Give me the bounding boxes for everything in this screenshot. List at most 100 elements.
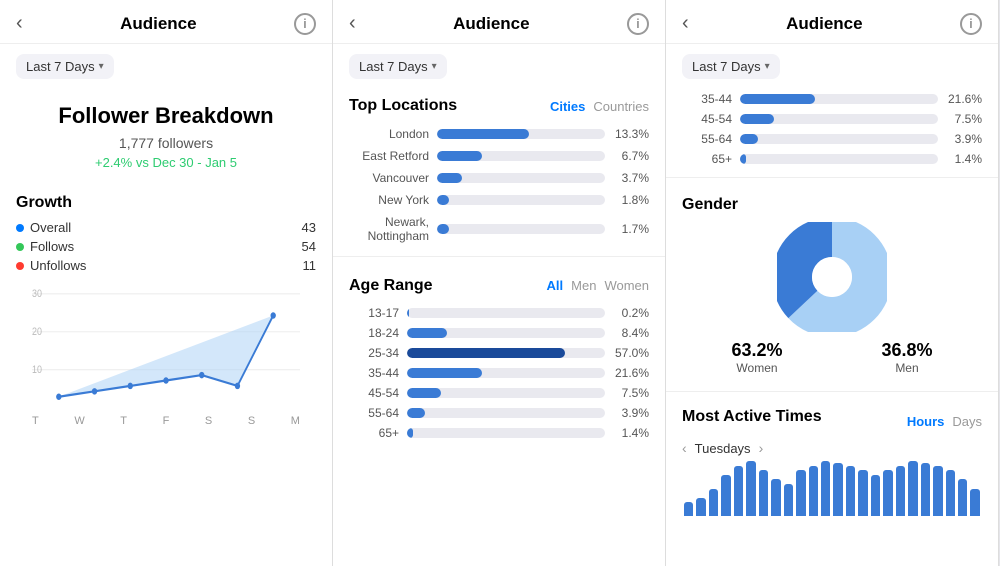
- chevron-down-icon-3: ▾: [765, 61, 770, 72]
- active-bar-6: [759, 470, 768, 516]
- city-bar-vancouver: [437, 173, 462, 183]
- active-bar-5: [746, 461, 755, 516]
- age-row-5564-p3: 55-64 3.9%: [666, 129, 998, 149]
- age-bar-4554-p3: [740, 114, 774, 124]
- age-pct-2534: 57.0%: [613, 346, 649, 360]
- age-bar-track-3544-p3: [740, 94, 938, 104]
- date-filter-button[interactable]: Last 7 Days ▾: [16, 54, 114, 79]
- cities-list: London 13.3% East Retford 6.7% Vancouver…: [333, 123, 665, 248]
- panel-1: ‹ Audience i Last 7 Days ▾ Follower Brea…: [0, 0, 333, 566]
- city-name-london: London: [349, 127, 429, 141]
- age-bar-track-3544: [407, 368, 605, 378]
- age-bar-track-1317: [407, 308, 605, 318]
- city-pct-vancouver: 3.7%: [613, 171, 649, 185]
- age-bar-3544: [407, 368, 482, 378]
- age-label-2534: 25-34: [349, 346, 399, 360]
- chevron-down-icon-2: ▾: [432, 61, 437, 72]
- unfollows-label: Unfollows: [30, 258, 86, 273]
- tab-cities[interactable]: Cities: [550, 99, 585, 114]
- overall-label: Overall: [30, 220, 71, 235]
- svg-text:20: 20: [32, 326, 42, 338]
- follower-section: Follower Breakdown 1,777 followers +2.4%…: [0, 85, 332, 182]
- active-bar-16: [883, 470, 892, 516]
- info-icon-3[interactable]: i: [960, 13, 982, 35]
- age-bar-track-65plus: [407, 428, 605, 438]
- back-button-2[interactable]: ‹: [349, 12, 356, 35]
- city-bar-newyork: [437, 195, 449, 205]
- chart-x-labels: T W T F S S M: [16, 413, 316, 427]
- age-bar-1317: [407, 308, 409, 318]
- tab-hours[interactable]: Hours: [907, 414, 945, 429]
- tab-days[interactable]: Days: [952, 414, 982, 429]
- age-bar-track-1824: [407, 328, 605, 338]
- follower-count: 1,777 followers: [16, 135, 316, 151]
- age-bar-track-4554: [407, 388, 605, 398]
- city-bar-track-newark: [437, 224, 605, 234]
- active-bar-2: [709, 489, 718, 517]
- active-bar-20: [933, 466, 942, 516]
- next-day-button[interactable]: ›: [759, 440, 764, 456]
- city-row-newyork: New York 1.8%: [333, 189, 665, 211]
- follows-dot: [16, 243, 24, 251]
- gender-title: Gender: [682, 196, 982, 214]
- legend-follows: Follows 54: [16, 239, 316, 254]
- active-bars: [682, 456, 982, 516]
- active-bar-14: [858, 470, 867, 516]
- info-icon[interactable]: i: [294, 13, 316, 35]
- back-button-3[interactable]: ‹: [682, 12, 689, 35]
- tab-men[interactable]: Men: [571, 278, 596, 293]
- growth-chart: 30 20 10: [16, 283, 316, 413]
- age-row-3544: 35-44 21.6%: [333, 363, 665, 383]
- date-filter-label-2: Last 7 Days: [359, 59, 428, 74]
- age-pct-5564-p3: 3.9%: [946, 132, 982, 146]
- age-pct-3544: 21.6%: [613, 366, 649, 380]
- chart-label-t2: T: [120, 415, 127, 427]
- info-icon-2[interactable]: i: [627, 13, 649, 35]
- city-pct-london: 13.3%: [613, 127, 649, 141]
- chart-label-m: M: [291, 415, 300, 427]
- active-bar-8: [784, 484, 793, 516]
- age-bar-2534: [407, 348, 565, 358]
- gender-section: Gender 63.2% Women 36.8% Men: [666, 186, 998, 383]
- gender-labels: 63.2% Women 36.8% Men: [682, 340, 982, 375]
- current-day: Tuesdays: [695, 441, 751, 456]
- age-bar-4554: [407, 388, 441, 398]
- active-bar-10: [809, 466, 818, 516]
- active-bar-7: [771, 479, 780, 516]
- chart-label-s1: S: [205, 415, 212, 427]
- age-row-2534: 25-34 57.0%: [333, 343, 665, 363]
- panel2-title: Audience: [453, 14, 530, 34]
- legend-overall: Overall 43: [16, 220, 316, 235]
- age-label-65plus: 65+: [349, 426, 399, 440]
- panel3-content: Last 7 Days ▾ 35-44 21.6% 45-54 7.5% 55-…: [666, 44, 998, 566]
- city-bar-track-eastretford: [437, 151, 605, 161]
- age-tabs: All Men Women: [547, 278, 649, 293]
- tab-women[interactable]: Women: [604, 278, 649, 293]
- panel1-title: Audience: [120, 14, 197, 34]
- date-filter-button-3[interactable]: Last 7 Days ▾: [682, 54, 780, 79]
- active-bar-13: [846, 466, 855, 516]
- city-bar-london: [437, 129, 529, 139]
- panel-2: ‹ Audience i Last 7 Days ▾ Top Locations…: [333, 0, 666, 566]
- tab-countries[interactable]: Countries: [593, 99, 649, 114]
- divider-p3-2: [666, 391, 998, 392]
- age-bar-1824: [407, 328, 447, 338]
- panel2-header: ‹ Audience i: [333, 0, 665, 44]
- gender-men-pct: 36.8%: [881, 340, 932, 361]
- location-tabs: Cities Countries: [550, 99, 649, 114]
- back-button[interactable]: ‹: [16, 12, 23, 35]
- age-list-continued: 35-44 21.6% 45-54 7.5% 55-64 3.9%: [666, 85, 998, 169]
- svg-text:30: 30: [32, 288, 42, 300]
- age-row-3544-p3: 35-44 21.6%: [666, 89, 998, 109]
- panel1-content: Last 7 Days ▾ Follower Breakdown 1,777 f…: [0, 44, 332, 566]
- follows-value: 54: [302, 239, 316, 254]
- age-bar-65plus: [407, 428, 413, 438]
- gender-women: 63.2% Women: [731, 340, 782, 375]
- tab-all[interactable]: All: [547, 278, 564, 293]
- prev-day-button[interactable]: ‹: [682, 440, 687, 456]
- active-bar-23: [970, 489, 979, 517]
- follower-change: +2.4% vs Dec 30 - Jan 5: [16, 155, 316, 170]
- age-bar-65plus-p3: [740, 154, 746, 164]
- active-bar-12: [833, 463, 842, 516]
- date-filter-button-2[interactable]: Last 7 Days ▾: [349, 54, 447, 79]
